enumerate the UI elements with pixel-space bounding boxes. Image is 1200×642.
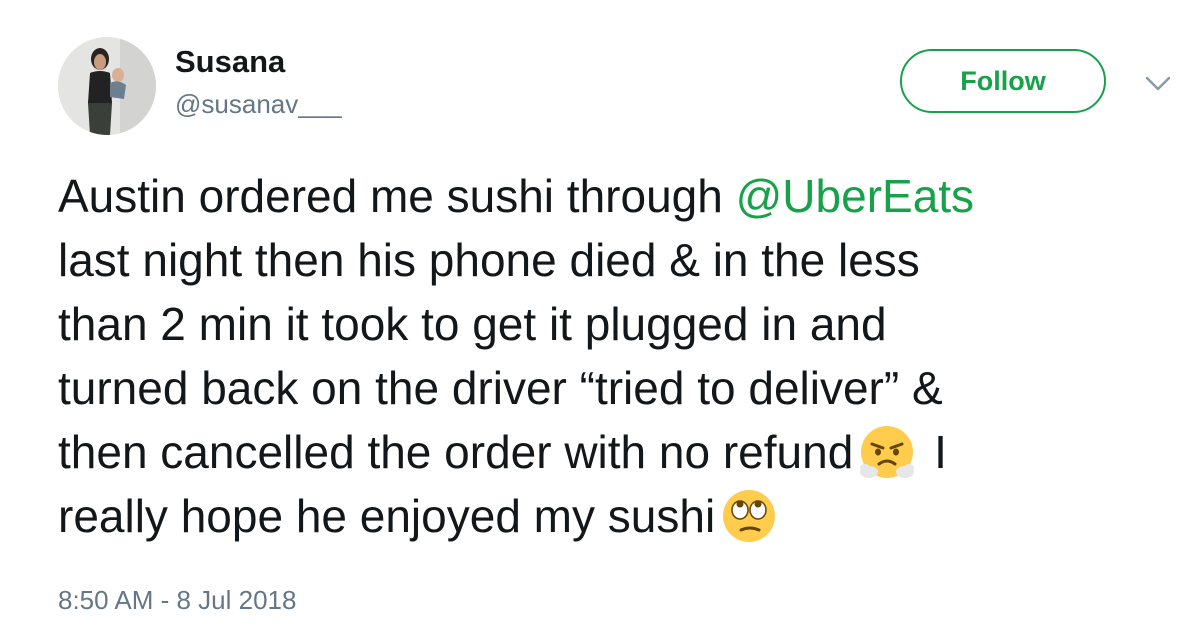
chevron-down-icon[interactable] <box>1145 75 1171 93</box>
face-with-steam-from-nose-icon <box>857 422 917 482</box>
face-with-rolling-eyes-icon <box>719 486 779 546</box>
tweet-line: Austin ordered me sushi through @UberEat… <box>58 164 1183 228</box>
tweet-line: turned back on the driver “tried to deli… <box>58 362 943 414</box>
avatar[interactable] <box>58 37 156 135</box>
display-name[interactable]: Susana <box>175 44 285 80</box>
mention-link[interactable]: @UberEats <box>736 170 974 222</box>
tweet-line: really hope he enjoyed my sushi <box>58 484 1183 548</box>
tweet-line-text: then cancelled the order with no refund <box>58 426 854 478</box>
tweet-card: Susana @susanav___ Follow Austin ordered… <box>0 0 1200 642</box>
tweet-line: then cancelled the order with no refund … <box>58 420 1183 484</box>
tweet-line-text: I <box>921 426 947 478</box>
tweet-line: than 2 min it took to get it plugged in … <box>58 298 887 350</box>
timestamp[interactable]: 8:50 AM - 8 Jul 2018 <box>58 584 296 616</box>
tweet-line: last night then his phone died & in the … <box>58 234 920 286</box>
tweet-line-text: Austin ordered me sushi through <box>58 170 736 222</box>
tweet-line-text: really hope he enjoyed my sushi <box>58 490 716 542</box>
tweet-text: Austin ordered me sushi through @UberEat… <box>58 164 1183 548</box>
follow-button[interactable]: Follow <box>900 49 1106 113</box>
user-handle[interactable]: @susanav___ <box>175 88 342 120</box>
